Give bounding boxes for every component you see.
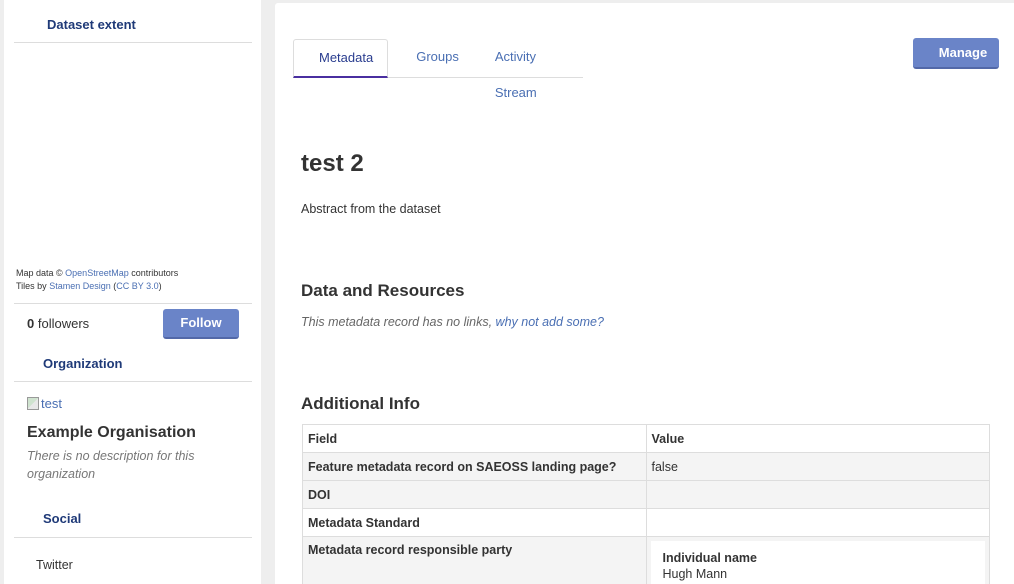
followers-number: 0: [27, 316, 35, 331]
party-field-label: Individual name: [662, 551, 757, 565]
field-cell: Metadata record responsible party: [302, 536, 647, 584]
organization-image[interactable]: test: [27, 396, 62, 411]
tab-groups[interactable]: Groups: [388, 39, 477, 78]
additional-info-heading: Additional Info: [301, 394, 420, 413]
add-links-link[interactable]: why not add some?: [496, 315, 604, 329]
resources-heading: Data and Resources: [301, 281, 465, 300]
follow-button[interactable]: Follow: [163, 309, 239, 339]
tab-activity-stream[interactable]: Activity Stream: [477, 39, 583, 100]
organization-heading: Organization: [43, 356, 123, 371]
additional-info-table: Field Value Feature metadata record on S…: [302, 424, 990, 584]
social-heading: Social: [43, 511, 82, 526]
content-tabs: Metadata Groups Activity Stream: [293, 39, 583, 100]
field-cell: Feature metadata record on SAEOSS landin…: [302, 452, 647, 481]
twitter-link[interactable]: Twitter: [36, 558, 73, 572]
attribution-text: ): [158, 281, 162, 291]
table-row: DOI: [302, 480, 990, 509]
divider: [14, 42, 252, 43]
page-title: test 2: [301, 150, 364, 177]
table-row: Metadata Standard: [302, 508, 990, 537]
divider: [14, 303, 252, 304]
table-header-row: Field Value: [302, 424, 990, 453]
followers-label: followers: [37, 316, 90, 331]
attribution-text: contributors: [128, 268, 179, 278]
divider: [14, 381, 252, 382]
map-attribution-line1: Map data © OpenStreetMap contributors: [16, 268, 178, 278]
dataset-extent-map[interactable]: [14, 44, 252, 264]
responsible-party-card: Individual name Hugh Mann: [650, 541, 985, 584]
value-cell: [645, 508, 990, 537]
value-cell: [645, 480, 990, 509]
no-links-text: This metadata record has no links,: [301, 315, 496, 329]
divider: [14, 537, 252, 538]
party-field-value: Hugh Mann: [662, 567, 728, 581]
attribution-text: Tiles by: [16, 281, 50, 291]
organization-name[interactable]: Example Organisation: [27, 424, 196, 442]
column-header-value: Value: [645, 424, 990, 453]
no-links-message: This metadata record has no links, why n…: [301, 315, 604, 329]
sidebar: Dataset extent Map data © OpenStreetMap …: [4, 0, 261, 584]
dataset-abstract: Abstract from the dataset: [301, 202, 441, 216]
value-cell: false: [645, 452, 990, 481]
main-content: Metadata Groups Activity Stream Manage t…: [275, 3, 1014, 584]
value-cell: Individual name Hugh Mann: [645, 536, 990, 584]
column-header-field: Field: [302, 424, 647, 453]
table-row: Feature metadata record on SAEOSS landin…: [302, 452, 990, 481]
manage-button[interactable]: Manage: [913, 38, 999, 69]
organization-image-alt: test: [41, 396, 62, 411]
map-attribution-line2: Tiles by Stamen Design (CC BY 3.0): [16, 281, 162, 291]
attribution-text: Map data ©: [16, 268, 66, 278]
tab-metadata[interactable]: Metadata: [293, 39, 389, 78]
broken-image-icon: [27, 397, 39, 410]
followers-count: 0 followers: [27, 316, 89, 331]
field-cell: DOI: [302, 480, 647, 509]
stamen-design-link[interactable]: Stamen Design: [49, 281, 111, 291]
dataset-extent-heading: Dataset extent: [47, 17, 136, 32]
cc-by-link[interactable]: CC BY 3.0: [116, 281, 158, 291]
organization-description: There is no description for this organiz…: [27, 449, 195, 481]
field-cell: Metadata Standard: [302, 508, 647, 537]
openstreetmap-link[interactable]: OpenStreetMap: [65, 268, 129, 278]
table-row: Metadata record responsible party Indivi…: [302, 536, 990, 584]
